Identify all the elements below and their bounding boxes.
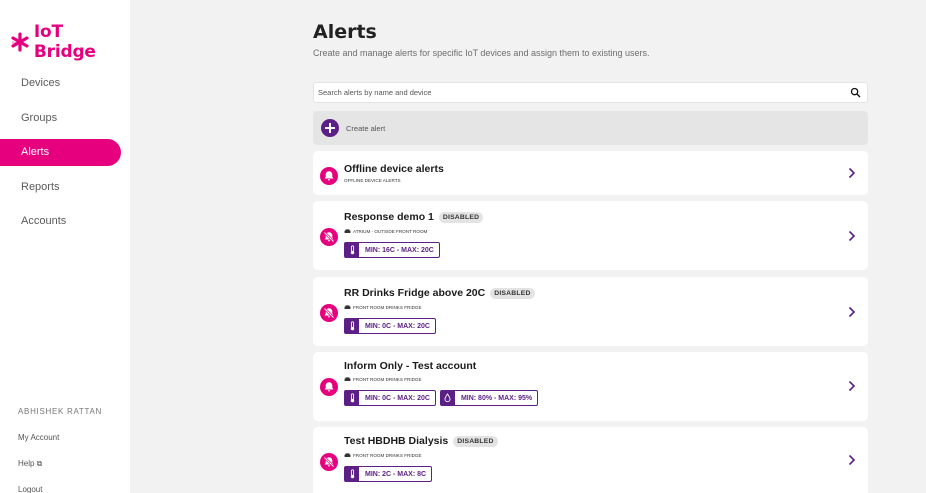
sidebar-nav: Devices Groups Alerts Reports Accounts: [0, 66, 130, 239]
alert-subtitle: FRONT ROOM DRINKS FRIDGE: [344, 377, 422, 382]
plus-icon: [321, 119, 339, 137]
range-list: MIN: 0C - MAX: 20C: [344, 318, 440, 334]
thermometer-icon: [345, 319, 359, 333]
chevron-right-icon[interactable]: [848, 380, 856, 392]
alert-subtitle-text: ATRIUM - OUTSIDE FRONT ROOM: [353, 229, 428, 234]
alert-card[interactable]: Response demo 1 DISABLED ATRIUM - OUTSID…: [313, 201, 868, 270]
status-badge: DISABLED: [490, 287, 535, 299]
chevron-right-icon[interactable]: [848, 306, 856, 318]
alert-title-text: RR Drinks Fridge above 20C: [344, 287, 486, 299]
temperature-range: MIN: 2C - MAX: 8C: [344, 466, 433, 482]
alert-title: Offline device alerts: [344, 163, 444, 175]
alert-subtitle: OFFLINE DEVICE ALERTS: [344, 178, 401, 183]
range-text: MIN: 16C - MAX: 20C: [365, 246, 434, 254]
thermometer-icon: [345, 243, 359, 257]
alert-subtitle-text: OFFLINE DEVICE ALERTS: [344, 178, 401, 183]
logout-link[interactable]: Logout: [18, 485, 42, 493]
user-name: ABHISHEK RATTAN: [18, 407, 102, 416]
page-subtitle: Create and manage alerts for specific Io…: [313, 48, 650, 58]
droplet-icon: [440, 391, 455, 405]
bell-off-icon: [320, 304, 338, 322]
status-badge: DISABLED: [453, 435, 498, 447]
sidebar-item-groups[interactable]: Groups: [0, 101, 130, 136]
chevron-right-icon[interactable]: [848, 230, 856, 242]
alert-subtitle-text: FRONT ROOM DRINKS FRIDGE: [353, 377, 422, 382]
bell-icon: [320, 167, 338, 185]
device-icon: [344, 377, 351, 381]
thermometer-icon: [345, 391, 359, 405]
chevron-right-icon[interactable]: [848, 454, 856, 466]
my-account-link[interactable]: My Account: [18, 433, 59, 442]
status-badge: DISABLED: [438, 211, 484, 223]
page-title: Alerts: [313, 21, 377, 43]
chevron-right-icon[interactable]: [848, 167, 856, 179]
sidebar: IoT Bridge Sparkr Devices Groups Alerts …: [0, 0, 130, 493]
alert-title: Test HBDHB Dialysis DISABLED: [344, 435, 498, 447]
temperature-range: MIN: 0C - MAX: 20C: [344, 390, 436, 406]
help-link[interactable]: Help ⧉: [18, 459, 42, 469]
alert-subtitle: FRONT ROOM DRINKS FRIDGE: [344, 305, 422, 310]
range-text: MIN: 0C - MAX: 20C: [365, 322, 430, 330]
device-icon: [344, 229, 351, 233]
brand-sub: Sparkr: [12, 40, 24, 45]
sidebar-item-accounts[interactable]: Accounts: [0, 204, 130, 239]
alert-subtitle: FRONT ROOM DRINKS FRIDGE: [344, 453, 422, 458]
bell-off-icon: [320, 228, 338, 246]
alert-subtitle-text: FRONT ROOM DRINKS FRIDGE: [353, 305, 422, 310]
alert-subtitle-text: FRONT ROOM DRINKS FRIDGE: [353, 453, 422, 458]
alert-subtitle: ATRIUM - OUTSIDE FRONT ROOM: [344, 229, 427, 234]
temperature-range: MIN: 16C - MAX: 20C: [344, 242, 440, 258]
alert-title-text: Offline device alerts: [344, 163, 444, 175]
bell-off-icon: [320, 453, 338, 471]
range-text: MIN: 80% - MAX: 95%: [460, 394, 533, 402]
alert-title: RR Drinks Fridge above 20C DISABLED: [344, 287, 535, 299]
sidebar-item-alerts[interactable]: Alerts: [0, 138, 121, 166]
alert-card[interactable]: RR Drinks Fridge above 20C DISABLED FRON…: [313, 277, 868, 346]
brand-logo[interactable]: IoT Bridge: [10, 22, 130, 62]
bell-icon: [320, 378, 338, 396]
range-list: MIN: 0C - MAX: 20C MIN: 80% - MAX: 95%: [344, 390, 542, 406]
humidity-range: MIN: 80% - MAX: 95%: [439, 390, 539, 406]
device-icon: [344, 305, 351, 309]
alert-card[interactable]: Inform Only - Test account FRONT ROOM DR…: [313, 352, 868, 421]
alert-card[interactable]: Offline device alerts OFFLINE DEVICE ALE…: [313, 151, 868, 195]
alert-title-text: Test HBDHB Dialysis: [344, 435, 449, 447]
temperature-range: MIN: 0C - MAX: 20C: [344, 318, 436, 334]
search-icon[interactable]: [850, 87, 861, 98]
range-text: MIN: 2C - MAX: 8C: [365, 470, 427, 478]
alert-title-text: Response demo 1: [344, 211, 434, 223]
search-input[interactable]: [314, 88, 834, 97]
range-text: MIN: 0C - MAX: 20C: [365, 394, 430, 402]
device-icon: [344, 453, 351, 457]
alert-card[interactable]: Test HBDHB Dialysis DISABLED FRONT ROOM …: [313, 427, 868, 493]
create-alert-button[interactable]: Create alert: [313, 111, 868, 145]
alert-title-text: Inform Only - Test account: [344, 360, 477, 372]
sidebar-item-reports[interactable]: Reports: [0, 170, 130, 205]
thermometer-icon: [345, 467, 359, 481]
range-list: MIN: 16C - MAX: 20C: [344, 242, 444, 258]
range-list: MIN: 2C - MAX: 8C: [344, 466, 436, 482]
alert-title: Response demo 1 DISABLED: [344, 211, 484, 223]
search-bar: [313, 82, 868, 103]
alert-title: Inform Only - Test account: [344, 360, 476, 372]
brand-name: IoT Bridge: [33, 22, 96, 62]
sidebar-item-devices[interactable]: Devices: [0, 66, 130, 101]
create-alert-label: Create alert: [346, 123, 386, 133]
